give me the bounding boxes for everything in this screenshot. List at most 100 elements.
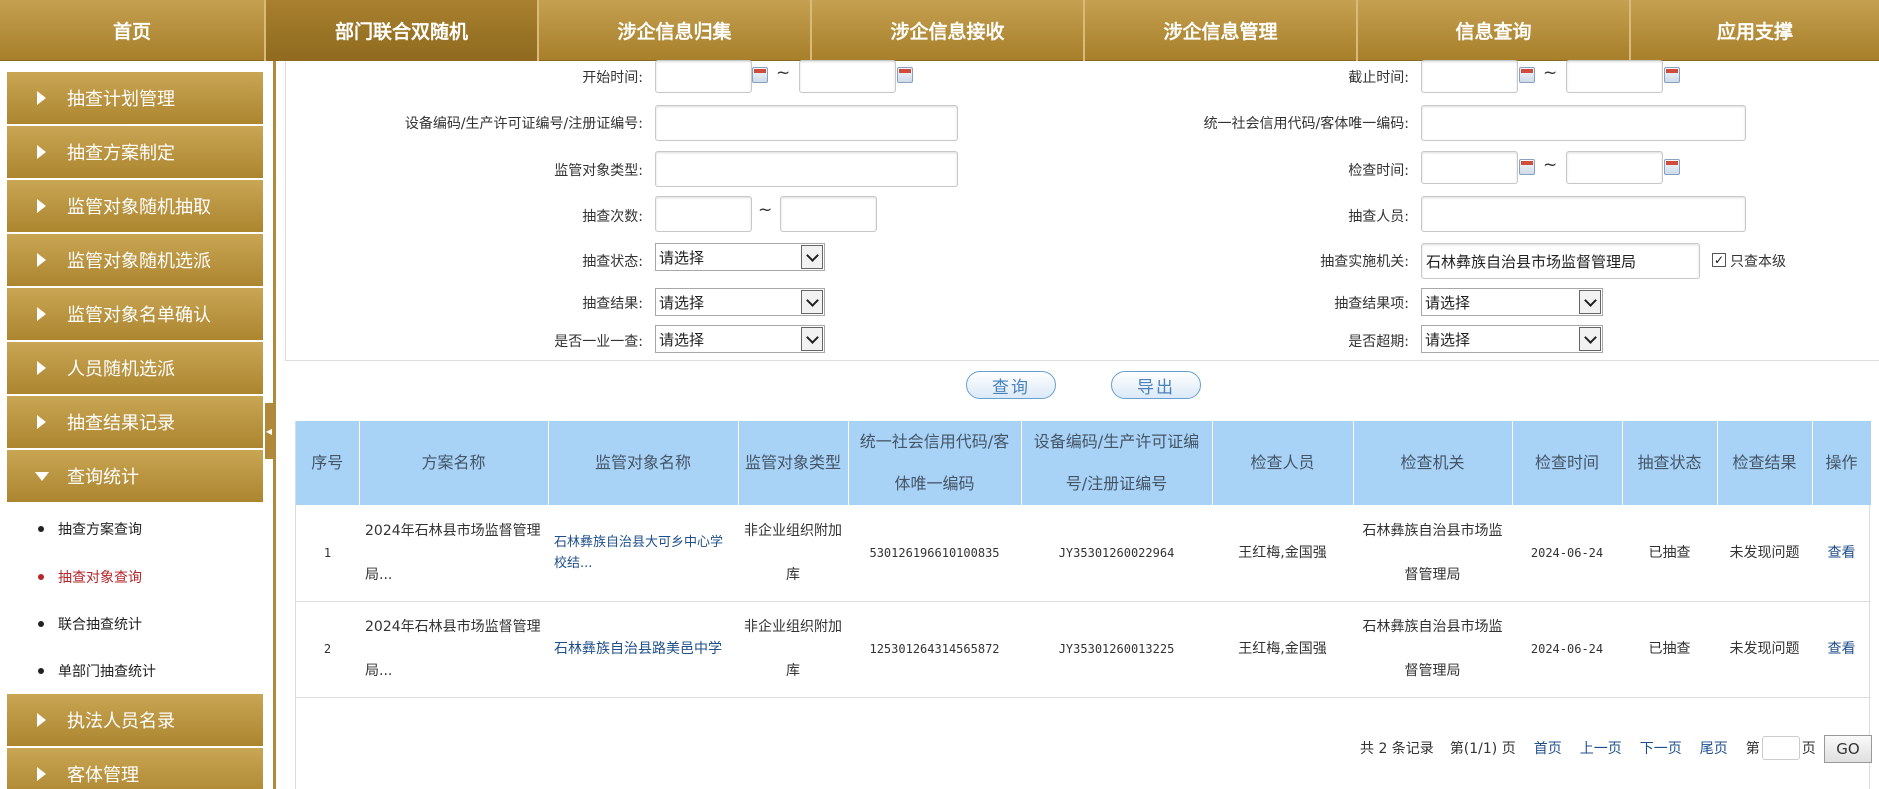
cell-status: 已抽查 bbox=[1622, 601, 1717, 698]
col-header-inspectors: 检查人员 bbox=[1212, 421, 1354, 505]
top-navigation: 首页 部门联合双随机 涉企信息归集 涉企信息接收 涉企信息管理 信息查询 应用支… bbox=[0, 0, 1879, 61]
collapse-sidebar-icon[interactable]: ◀ bbox=[265, 403, 273, 459]
object-type-input[interactable] bbox=[655, 151, 958, 187]
sidebar-item-plan-management[interactable]: 抽查计划管理 bbox=[7, 72, 263, 124]
col-header-date: 检查时间 bbox=[1512, 421, 1623, 505]
cell-object-link[interactable]: 石林彝族自治县大可乡中心学校结... bbox=[548, 505, 738, 602]
cell-plan: 2024年石林县市场监督管理局... bbox=[359, 505, 548, 602]
chevron-down-icon bbox=[1579, 327, 1601, 351]
caret-right-icon bbox=[37, 415, 46, 429]
sidebar-item-staff-assign[interactable]: 人员随机选派 bbox=[7, 342, 263, 394]
col-header-device: 设备编码/生产许可证编号/注册证编号 bbox=[1021, 421, 1213, 505]
view-link[interactable]: 查看 bbox=[1812, 601, 1871, 698]
check-status-select[interactable]: 请选择 bbox=[655, 243, 825, 271]
inspector-label: 抽查人员: bbox=[1348, 209, 1409, 225]
sidebar-sub-joint-stats[interactable]: 联合抽查统计 bbox=[38, 614, 142, 634]
cell-date: 2024-06-24 bbox=[1512, 505, 1622, 602]
table-header-row: 序号 方案名称 监管对象名称 监管对象类型 统一社会信用代码/客体唯一编码 设备… bbox=[296, 421, 1872, 505]
go-button[interactable]: GO bbox=[1824, 735, 1872, 763]
check-count-from-input[interactable] bbox=[655, 196, 752, 232]
last-page-link[interactable]: 尾页 bbox=[1700, 738, 1728, 758]
query-button[interactable]: 查询 bbox=[966, 371, 1056, 399]
calendar-icon[interactable] bbox=[752, 67, 768, 83]
end-time-from-input[interactable] bbox=[1421, 60, 1518, 93]
device-code-input[interactable] bbox=[655, 105, 958, 141]
nav-info-query[interactable]: 信息查询 bbox=[1358, 0, 1631, 61]
sidebar-sub-object-query[interactable]: 抽查对象查询 bbox=[38, 567, 142, 587]
sidebar-sub-scheme-query[interactable]: 抽查方案查询 bbox=[38, 519, 142, 539]
calendar-icon[interactable] bbox=[1519, 67, 1535, 83]
caret-right-icon bbox=[37, 307, 46, 321]
start-time-to-input[interactable] bbox=[799, 60, 896, 93]
jump-suffix: 页 bbox=[1801, 741, 1816, 757]
col-header-org: 检查机关 bbox=[1353, 421, 1513, 505]
cell-object-link[interactable]: 石林彝族自治县路美邑中学 bbox=[548, 601, 738, 698]
sidebar-item-random-assign[interactable]: 监管对象随机选派 bbox=[7, 234, 263, 286]
sidebar-item-enforcer-list[interactable]: 执法人员名录 bbox=[7, 694, 263, 746]
calendar-icon[interactable] bbox=[1664, 67, 1680, 83]
sidebar-item-object-management[interactable]: 客体管理 bbox=[7, 748, 263, 789]
calendar-icon[interactable] bbox=[897, 67, 913, 83]
cell-no: 2 bbox=[296, 601, 359, 698]
chevron-down-icon bbox=[801, 327, 823, 351]
page-jump-input[interactable] bbox=[1761, 736, 1800, 760]
check-time-from-input[interactable] bbox=[1421, 151, 1518, 184]
prev-page-link[interactable]: 上一页 bbox=[1580, 738, 1622, 758]
only-self-checkbox[interactable]: ✓ bbox=[1712, 253, 1726, 267]
view-link[interactable]: 查看 bbox=[1812, 505, 1871, 602]
calendar-icon[interactable] bbox=[1664, 159, 1680, 175]
sidebar: 抽查计划管理 抽查方案制定 监管对象随机抽取 监管对象随机选派 监管对象名单确认… bbox=[0, 61, 272, 789]
org-input[interactable]: 石林彝族自治县市场监督管理局 bbox=[1421, 243, 1700, 279]
check-result-select[interactable]: 请选择 bbox=[655, 288, 825, 316]
cell-date: 2024-06-24 bbox=[1512, 601, 1622, 698]
cell-result: 未发现问题 bbox=[1717, 505, 1812, 602]
caret-right-icon bbox=[37, 253, 46, 267]
end-time-to-input[interactable] bbox=[1566, 60, 1663, 93]
result-item-select[interactable]: 请选择 bbox=[1421, 288, 1603, 316]
pagination: 共 2 条记录 第(1/1) 页 首页 上一页 下一页 尾页 第 页 bbox=[1360, 736, 1816, 760]
export-button[interactable]: 导出 bbox=[1111, 371, 1201, 399]
bullet-icon bbox=[38, 526, 44, 532]
nav-home[interactable]: 首页 bbox=[0, 0, 266, 61]
sidebar-item-query-stats[interactable]: 查询统计 bbox=[7, 450, 263, 502]
first-page-link[interactable]: 首页 bbox=[1534, 738, 1562, 758]
check-time-label: 检查时间: bbox=[1348, 163, 1409, 179]
col-header-credit: 统一社会信用代码/客体唯一编码 bbox=[848, 421, 1022, 505]
sidebar-item-random-extract[interactable]: 监管对象随机抽取 bbox=[7, 180, 263, 232]
cell-org: 石林彝族自治县市场监督管理局 bbox=[1353, 601, 1512, 698]
next-page-link[interactable]: 下一页 bbox=[1640, 738, 1682, 758]
overdue-select[interactable]: 请选择 bbox=[1421, 325, 1603, 353]
credit-code-input[interactable] bbox=[1421, 105, 1746, 141]
cell-plan: 2024年石林县市场监督管理局... bbox=[359, 601, 548, 698]
cell-credit: 530126196610100835 bbox=[848, 505, 1021, 602]
cell-status: 已抽查 bbox=[1622, 505, 1717, 602]
start-time-label: 开始时间: bbox=[582, 70, 643, 86]
cell-inspectors: 王红梅,金国强 bbox=[1212, 601, 1353, 698]
col-header-plan: 方案名称 bbox=[359, 421, 549, 505]
page-indicator: 第(1/1) 页 bbox=[1449, 741, 1516, 757]
one-check-select[interactable]: 请选择 bbox=[655, 325, 825, 353]
sidebar-item-scheme-formulation[interactable]: 抽查方案制定 bbox=[7, 126, 263, 178]
nav-app-support[interactable]: 应用支撑 bbox=[1631, 0, 1879, 61]
sidebar-divider bbox=[273, 61, 276, 789]
sidebar-item-result-record[interactable]: 抽查结果记录 bbox=[7, 396, 263, 448]
caret-right-icon bbox=[37, 199, 46, 213]
check-count-to-input[interactable] bbox=[780, 196, 877, 232]
col-header-no: 序号 bbox=[296, 421, 360, 505]
nav-joint-random-inspection[interactable]: 部门联合双随机 bbox=[266, 0, 539, 61]
col-header-type: 监管对象类型 bbox=[738, 421, 849, 505]
calendar-icon[interactable] bbox=[1519, 159, 1535, 175]
sidebar-sub-single-stats[interactable]: 单部门抽查统计 bbox=[38, 661, 156, 681]
cell-no: 1 bbox=[296, 505, 359, 602]
nav-info-management[interactable]: 涉企信息管理 bbox=[1085, 0, 1358, 61]
cell-org: 石林彝族自治县市场监督管理局 bbox=[1353, 505, 1512, 602]
caret-right-icon bbox=[37, 361, 46, 375]
check-time-to-input[interactable] bbox=[1566, 151, 1663, 184]
start-time-from-input[interactable] bbox=[655, 60, 752, 93]
nav-info-receive[interactable]: 涉企信息接收 bbox=[812, 0, 1085, 61]
total-records: 共 2 条记录 bbox=[1360, 741, 1434, 757]
end-time-label: 截止时间: bbox=[1348, 70, 1409, 86]
sidebar-item-list-confirm[interactable]: 监管对象名单确认 bbox=[7, 288, 263, 340]
nav-info-collection[interactable]: 涉企信息归集 bbox=[539, 0, 812, 61]
inspector-input[interactable] bbox=[1421, 196, 1746, 232]
